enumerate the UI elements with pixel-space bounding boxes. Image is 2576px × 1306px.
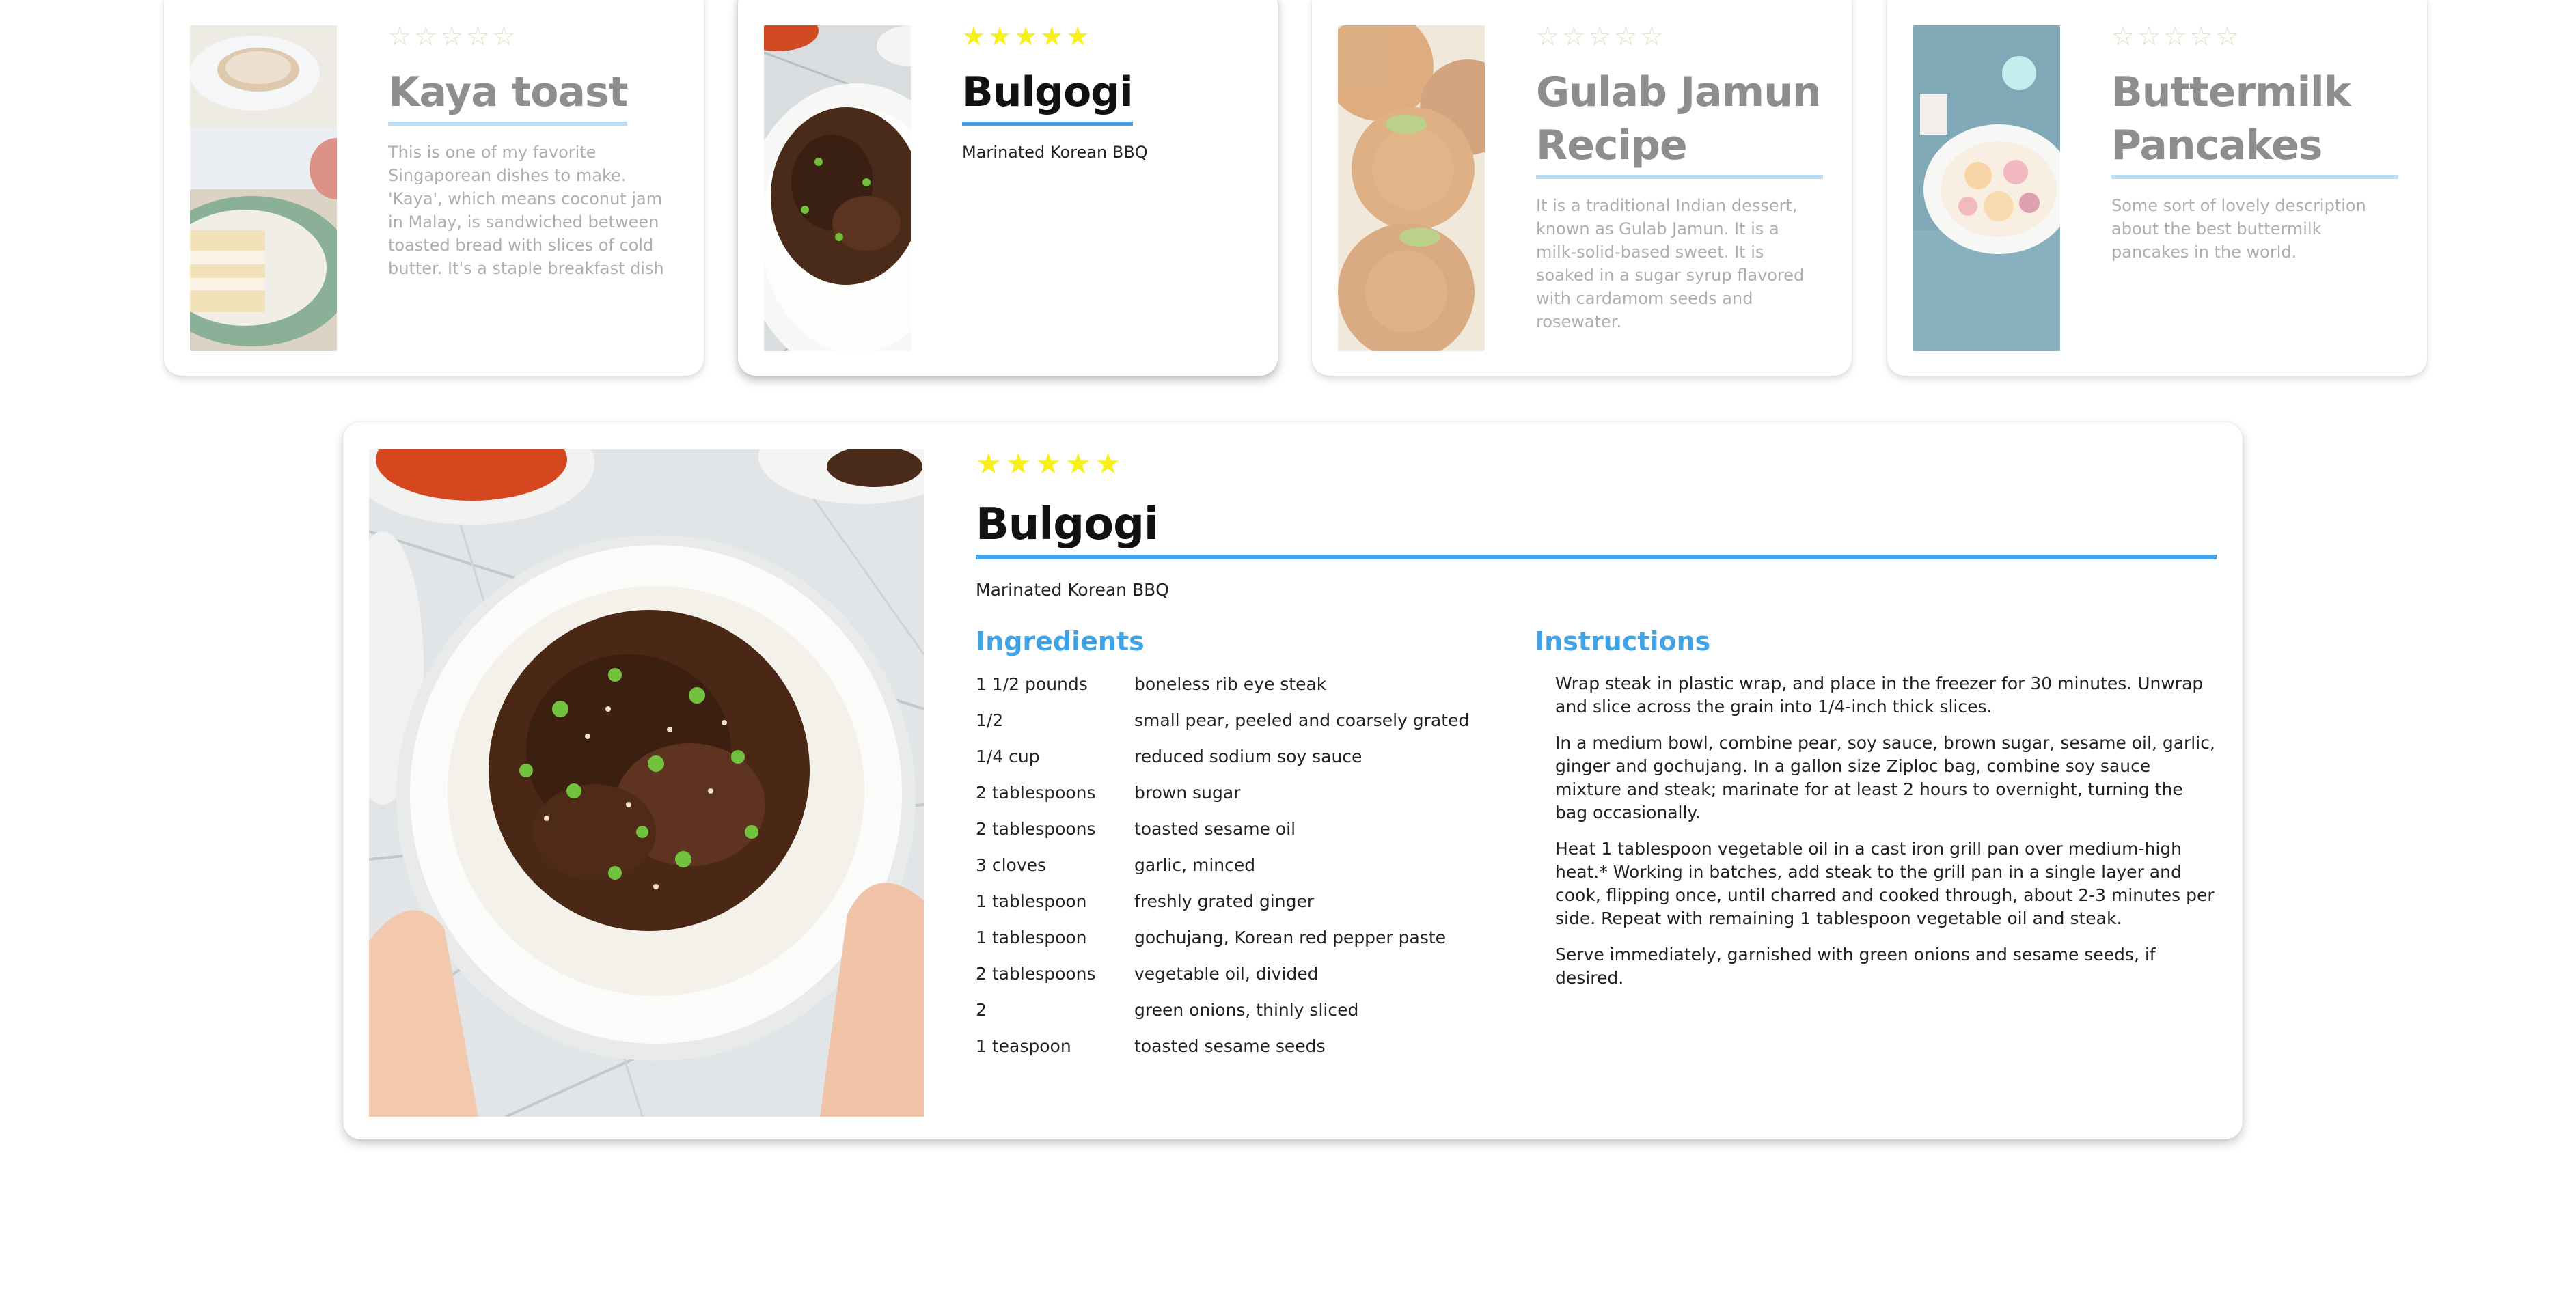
ingredient-quantity: 1 teaspoon [976, 1036, 1071, 1056]
instruction-step: Serve immediately, garnished with green … [1555, 945, 2156, 988]
star-icon[interactable]: ★ [1006, 449, 1032, 481]
star-icon[interactable]: ★ [1065, 449, 1091, 481]
star-icon[interactable]: ★ [1035, 449, 1061, 481]
star-icon[interactable]: ☆ [1536, 23, 1559, 51]
ingredient-item: reduced sodium soy sauce [1134, 747, 1362, 766]
card-description: Marinated Korean BBQ [962, 143, 1148, 162]
ingredient-item: vegetable oil, divided [1134, 964, 1319, 984]
ingredient-row: 2 green onions, thinly sliced [976, 998, 1535, 1022]
star-icon[interactable]: ☆ [2215, 23, 2238, 51]
ingredient-quantity: 2 tablespoons [976, 819, 1096, 839]
card-title: Kaya toast [388, 66, 628, 126]
star-icon[interactable]: ★ [988, 23, 1011, 51]
ingredient-quantity: 1/2 [976, 710, 1004, 730]
ingredient-row: 2 tablespoons vegetable oil, divided [976, 962, 1535, 986]
instruction-step: Heat 1 tablespoon vegetable oil in a cas… [1555, 839, 2215, 928]
ingredient-item: boneless rib eye steak [1134, 674, 1327, 694]
ingredient-row: 1/2 small pear, peeled and coarsely grate… [976, 708, 1535, 732]
instruction-step: Wrap steak in plastic wrap, and place in… [1555, 673, 2204, 717]
ingredient-quantity: 1/4 cup [976, 747, 1040, 766]
ingredient-item: toasted sesame oil [1134, 819, 1296, 839]
star-icon[interactable]: ☆ [2189, 23, 2212, 51]
recipe-card-buttermilk-pancakes[interactable]: ☆ ☆ ☆ ☆ ☆ Buttermilk Pancakes Some sort of l… [1887, 0, 2427, 376]
star-rating[interactable]: ★ ★ ★ ★ ★ [976, 449, 2217, 481]
ingredient-row: 2 tablespoons toasted sesame oil [976, 817, 1535, 841]
card-title: Bulgogi [962, 66, 1134, 126]
star-rating[interactable]: ☆ ☆ ☆ ☆ ☆ [388, 23, 675, 51]
star-icon[interactable]: ☆ [466, 23, 489, 51]
ingredient-row: 1 tablespoon gochujang, Korean red pepper… [976, 926, 1535, 949]
ingredient-quantity: 1 tablespoon [976, 928, 1087, 947]
ingredients-list: 1 1/2 pounds boneless rib eye steak 1/2 sma… [976, 672, 1535, 1058]
ingredient-item: gochujang, Korean red pepper paste [1134, 928, 1447, 947]
card-description: It is a traditional Indian dessert, know… [1536, 196, 1805, 331]
star-icon[interactable]: ☆ [1640, 23, 1663, 51]
instruction-step: In a medium bowl, combine pear, soy sauc… [1555, 733, 2215, 822]
star-icon[interactable]: ☆ [492, 23, 515, 51]
recipe-card-bulgogi[interactable]: ★ ★ ★ ★ ★ Bulgogi Marinated Korean BBQ [738, 0, 1278, 376]
star-rating[interactable]: ☆ ☆ ☆ ☆ ☆ [2111, 23, 2398, 51]
ingredient-row: 1 1/2 pounds boneless rib eye steak [976, 672, 1535, 696]
ingredient-row: 3 cloves garlic, minced [976, 853, 1535, 877]
star-icon[interactable]: ☆ [1614, 23, 1637, 51]
card-title: Buttermilk Pancakes [2111, 66, 2398, 179]
star-icon[interactable]: ★ [1014, 23, 1037, 51]
recipe-detail-panel: ★ ★ ★ ★ ★ Bulgogi Marinated Korean BBQ Ingre… [343, 422, 2243, 1139]
star-icon[interactable]: ☆ [2137, 23, 2161, 51]
ingredient-row: 1/4 cup reduced sodium soy sauce [976, 745, 1535, 768]
star-icon[interactable]: ★ [976, 449, 1002, 481]
bulgogi-photo [369, 449, 924, 1117]
star-rating[interactable]: ☆ ☆ ☆ ☆ ☆ [1536, 23, 1823, 51]
gulab-jamun-thumbnail [1338, 25, 1485, 351]
card-description: This is one of my favorite Singaporean d… [388, 143, 664, 284]
star-rating[interactable]: ★ ★ ★ ★ ★ [962, 23, 1249, 51]
ingredient-quantity: 3 cloves [976, 855, 1047, 875]
star-icon[interactable]: ★ [1066, 23, 1089, 51]
ingredient-item: brown sugar [1134, 783, 1241, 803]
ingredient-quantity: 1 1/2 pounds [976, 674, 1088, 694]
ingredient-quantity: 2 tablespoons [976, 964, 1096, 984]
star-icon[interactable]: ☆ [388, 23, 411, 51]
bulgogi-thumbnail [764, 25, 911, 351]
star-icon[interactable]: ★ [1040, 23, 1063, 51]
card-title: Gulab Jamun Recipe [1536, 66, 1823, 179]
star-icon[interactable]: ☆ [414, 23, 437, 51]
ingredient-item: small pear, peeled and coarsely grated [1134, 710, 1470, 730]
ingredient-quantity: 1 tablespoon [976, 891, 1087, 911]
ingredients-heading: Ingredients [976, 626, 1145, 656]
ingredient-item: toasted sesame seeds [1134, 1036, 1326, 1056]
star-icon[interactable]: ☆ [1588, 23, 1611, 51]
recipe-subtitle: Marinated Korean BBQ [976, 580, 1169, 600]
ingredient-item: garlic, minced [1134, 855, 1256, 875]
star-icon[interactable]: ★ [1095, 449, 1121, 481]
star-icon[interactable]: ☆ [2111, 23, 2135, 51]
recipe-title: Bulgogi [976, 497, 2217, 559]
card-description: Some sort of lovely description about th… [2111, 196, 2366, 262]
ingredient-row: 1 tablespoon freshly grated ginger [976, 889, 1535, 913]
ingredient-quantity: 2 tablespoons [976, 783, 1096, 803]
star-icon[interactable]: ★ [962, 23, 985, 51]
ingredient-quantity: 2 [976, 1000, 987, 1020]
recipe-card-kaya-toast[interactable]: ☆ ☆ ☆ ☆ ☆ Kaya toast This is one of my favor… [164, 0, 704, 376]
star-icon[interactable]: ☆ [2163, 23, 2187, 51]
pancakes-thumbnail [1913, 25, 2060, 351]
instructions-list: Wrap steak in plastic wrap, and place in… [1535, 672, 2217, 990]
instructions-heading: Instructions [1535, 626, 1711, 656]
recipe-card-gulab-jamun[interactable]: ☆ ☆ ☆ ☆ ☆ Gulab Jamun Recipe It is a traditi… [1312, 0, 1852, 376]
ingredient-item: freshly grated ginger [1134, 891, 1315, 911]
ingredient-item: green onions, thinly sliced [1134, 1000, 1359, 1020]
star-icon[interactable]: ☆ [440, 23, 463, 51]
ingredients-section: Ingredients 1 1/2 pounds boneless rib eye… [976, 624, 1535, 1070]
ingredient-row: 2 tablespoons brown sugar [976, 781, 1535, 805]
instructions-section: Instructions Wrap steak in plastic wrap,… [1535, 624, 2217, 1070]
ingredient-row: 1 teaspoon toasted sesame seeds [976, 1034, 1535, 1058]
kaya-toast-thumbnail [190, 25, 337, 351]
star-icon[interactable]: ☆ [1562, 23, 1585, 51]
